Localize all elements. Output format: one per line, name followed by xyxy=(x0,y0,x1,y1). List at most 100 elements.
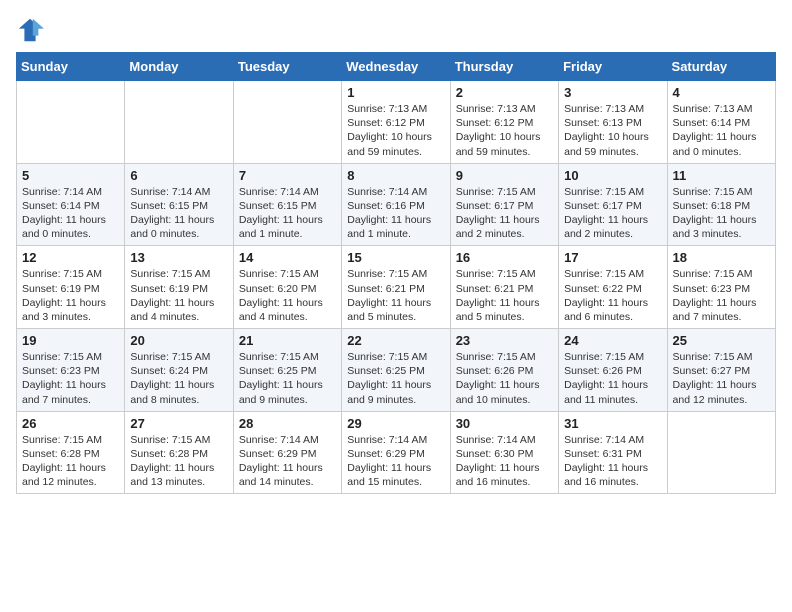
column-header-friday: Friday xyxy=(559,53,667,81)
day-info: Sunrise: 7:14 AM Sunset: 6:29 PM Dayligh… xyxy=(239,433,336,490)
day-info: Sunrise: 7:13 AM Sunset: 6:13 PM Dayligh… xyxy=(564,102,661,159)
calendar-cell: 8 Sunrise: 7:14 AM Sunset: 6:16 PM Daylig… xyxy=(342,163,450,246)
day-info: Sunrise: 7:14 AM Sunset: 6:31 PM Dayligh… xyxy=(564,433,661,490)
day-number: 12 xyxy=(22,250,119,265)
day-number: 25 xyxy=(673,333,770,348)
day-info: Sunrise: 7:14 AM Sunset: 6:29 PM Dayligh… xyxy=(347,433,444,490)
calendar-cell xyxy=(233,81,341,164)
day-number: 8 xyxy=(347,168,444,183)
day-number: 1 xyxy=(347,85,444,100)
column-header-sunday: Sunday xyxy=(17,53,125,81)
day-number: 27 xyxy=(130,416,227,431)
day-info: Sunrise: 7:14 AM Sunset: 6:15 PM Dayligh… xyxy=(239,185,336,242)
calendar-cell: 9 Sunrise: 7:15 AM Sunset: 6:17 PM Daylig… xyxy=(450,163,558,246)
logo xyxy=(16,16,46,44)
calendar-cell: 11 Sunrise: 7:15 AM Sunset: 6:18 PM Dayli… xyxy=(667,163,775,246)
calendar-cell: 18Sunrise: 7:15 AM Sunset: 6:23 PM Dayli… xyxy=(667,246,775,329)
day-info: Sunrise: 7:15 AM Sunset: 6:21 PM Dayligh… xyxy=(456,267,553,324)
day-number: 17 xyxy=(564,250,661,265)
day-info: Sunrise: 7:15 AM Sunset: 6:25 PM Dayligh… xyxy=(239,350,336,407)
day-number: 6 xyxy=(130,168,227,183)
column-header-tuesday: Tuesday xyxy=(233,53,341,81)
calendar-cell: 16 Sunrise: 7:15 AM Sunset: 6:21 PM Dayli… xyxy=(450,246,558,329)
day-info: Sunrise: 7:15 AM Sunset: 6:18 PM Dayligh… xyxy=(673,185,770,242)
day-info: Sunrise: 7:14 AM Sunset: 6:16 PM Dayligh… xyxy=(347,185,444,242)
day-number: 11 xyxy=(673,168,770,183)
day-number: 31 xyxy=(564,416,661,431)
day-info: Sunrise: 7:13 AM Sunset: 6:12 PM Dayligh… xyxy=(456,102,553,159)
day-info: Sunrise: 7:15 AM Sunset: 6:26 PM Dayligh… xyxy=(564,350,661,407)
calendar-cell: 28 Sunrise: 7:14 AM Sunset: 6:29 PM Dayli… xyxy=(233,411,341,494)
day-number: 13 xyxy=(130,250,227,265)
calendar: SundayMondayTuesdayWednesdayThursdayFrid… xyxy=(16,52,776,494)
day-number: 30 xyxy=(456,416,553,431)
calendar-cell: 2Sunrise: 7:13 AM Sunset: 6:12 PM Daylig… xyxy=(450,81,558,164)
column-header-saturday: Saturday xyxy=(667,53,775,81)
calendar-cell: 23 Sunrise: 7:15 AM Sunset: 6:26 PM Dayli… xyxy=(450,329,558,412)
day-number: 14 xyxy=(239,250,336,265)
calendar-cell: 19 Sunrise: 7:15 AM Sunset: 6:23 PM Dayli… xyxy=(17,329,125,412)
day-number: 28 xyxy=(239,416,336,431)
calendar-cell: 14 Sunrise: 7:15 AM Sunset: 6:20 PM Dayli… xyxy=(233,246,341,329)
day-info: Sunrise: 7:15 AM Sunset: 6:23 PM Dayligh… xyxy=(673,267,770,324)
day-info: Sunrise: 7:15 AM Sunset: 6:20 PM Dayligh… xyxy=(239,267,336,324)
day-number: 20 xyxy=(130,333,227,348)
day-number: 16 xyxy=(456,250,553,265)
calendar-cell xyxy=(17,81,125,164)
day-number: 4 xyxy=(673,85,770,100)
day-number: 29 xyxy=(347,416,444,431)
day-number: 9 xyxy=(456,168,553,183)
calendar-cell: 24 Sunrise: 7:15 AM Sunset: 6:26 PM Dayli… xyxy=(559,329,667,412)
day-number: 15 xyxy=(347,250,444,265)
column-header-monday: Monday xyxy=(125,53,233,81)
calendar-cell: 7 Sunrise: 7:14 AM Sunset: 6:15 PM Daylig… xyxy=(233,163,341,246)
page-header xyxy=(16,16,776,44)
calendar-cell: 25 Sunrise: 7:15 AM Sunset: 6:27 PM Dayli… xyxy=(667,329,775,412)
calendar-cell: 4 Sunrise: 7:13 AM Sunset: 6:14 PM Daylig… xyxy=(667,81,775,164)
calendar-week-3: 12 Sunrise: 7:15 AM Sunset: 6:19 PM Dayli… xyxy=(17,246,776,329)
column-header-thursday: Thursday xyxy=(450,53,558,81)
day-info: Sunrise: 7:15 AM Sunset: 6:27 PM Dayligh… xyxy=(673,350,770,407)
calendar-week-5: 26 Sunrise: 7:15 AM Sunset: 6:28 PM Dayli… xyxy=(17,411,776,494)
day-info: Sunrise: 7:13 AM Sunset: 6:12 PM Dayligh… xyxy=(347,102,444,159)
calendar-cell: 27 Sunrise: 7:15 AM Sunset: 6:28 PM Dayli… xyxy=(125,411,233,494)
calendar-week-1: 1 Sunrise: 7:13 AM Sunset: 6:12 PM Daylig… xyxy=(17,81,776,164)
day-info: Sunrise: 7:15 AM Sunset: 6:26 PM Dayligh… xyxy=(456,350,553,407)
calendar-cell: 1 Sunrise: 7:13 AM Sunset: 6:12 PM Daylig… xyxy=(342,81,450,164)
day-number: 3 xyxy=(564,85,661,100)
calendar-cell: 6Sunrise: 7:14 AM Sunset: 6:15 PM Daylig… xyxy=(125,163,233,246)
day-number: 24 xyxy=(564,333,661,348)
day-info: Sunrise: 7:15 AM Sunset: 6:28 PM Dayligh… xyxy=(130,433,227,490)
logo-icon xyxy=(16,16,44,44)
calendar-cell: 26 Sunrise: 7:15 AM Sunset: 6:28 PM Dayli… xyxy=(17,411,125,494)
calendar-week-2: 5 Sunrise: 7:14 AM Sunset: 6:14 PM Daylig… xyxy=(17,163,776,246)
calendar-cell: 29 Sunrise: 7:14 AM Sunset: 6:29 PM Dayli… xyxy=(342,411,450,494)
calendar-cell: 21 Sunrise: 7:15 AM Sunset: 6:25 PM Dayli… xyxy=(233,329,341,412)
day-number: 7 xyxy=(239,168,336,183)
day-info: Sunrise: 7:15 AM Sunset: 6:23 PM Dayligh… xyxy=(22,350,119,407)
calendar-cell: 12Sunrise: 7:15 AM Sunset: 6:19 PM Dayli… xyxy=(17,246,125,329)
calendar-cell: 20Sunrise: 7:15 AM Sunset: 6:24 PM Dayli… xyxy=(125,329,233,412)
calendar-cell: 5 Sunrise: 7:14 AM Sunset: 6:14 PM Daylig… xyxy=(17,163,125,246)
day-info: Sunrise: 7:14 AM Sunset: 6:30 PM Dayligh… xyxy=(456,433,553,490)
calendar-cell xyxy=(125,81,233,164)
calendar-cell: 15Sunrise: 7:15 AM Sunset: 6:21 PM Dayli… xyxy=(342,246,450,329)
calendar-cell: 30 Sunrise: 7:14 AM Sunset: 6:30 PM Dayli… xyxy=(450,411,558,494)
calendar-week-4: 19 Sunrise: 7:15 AM Sunset: 6:23 PM Dayli… xyxy=(17,329,776,412)
day-info: Sunrise: 7:15 AM Sunset: 6:22 PM Dayligh… xyxy=(564,267,661,324)
day-number: 23 xyxy=(456,333,553,348)
day-info: Sunrise: 7:13 AM Sunset: 6:14 PM Dayligh… xyxy=(673,102,770,159)
calendar-cell xyxy=(667,411,775,494)
day-number: 22 xyxy=(347,333,444,348)
day-info: Sunrise: 7:15 AM Sunset: 6:28 PM Dayligh… xyxy=(22,433,119,490)
day-info: Sunrise: 7:15 AM Sunset: 6:17 PM Dayligh… xyxy=(456,185,553,242)
calendar-cell: 17 Sunrise: 7:15 AM Sunset: 6:22 PM Dayli… xyxy=(559,246,667,329)
day-number: 10 xyxy=(564,168,661,183)
day-info: Sunrise: 7:14 AM Sunset: 6:14 PM Dayligh… xyxy=(22,185,119,242)
day-number: 19 xyxy=(22,333,119,348)
day-number: 5 xyxy=(22,168,119,183)
day-info: Sunrise: 7:15 AM Sunset: 6:19 PM Dayligh… xyxy=(130,267,227,324)
day-number: 21 xyxy=(239,333,336,348)
day-number: 26 xyxy=(22,416,119,431)
calendar-header-row: SundayMondayTuesdayWednesdayThursdayFrid… xyxy=(17,53,776,81)
